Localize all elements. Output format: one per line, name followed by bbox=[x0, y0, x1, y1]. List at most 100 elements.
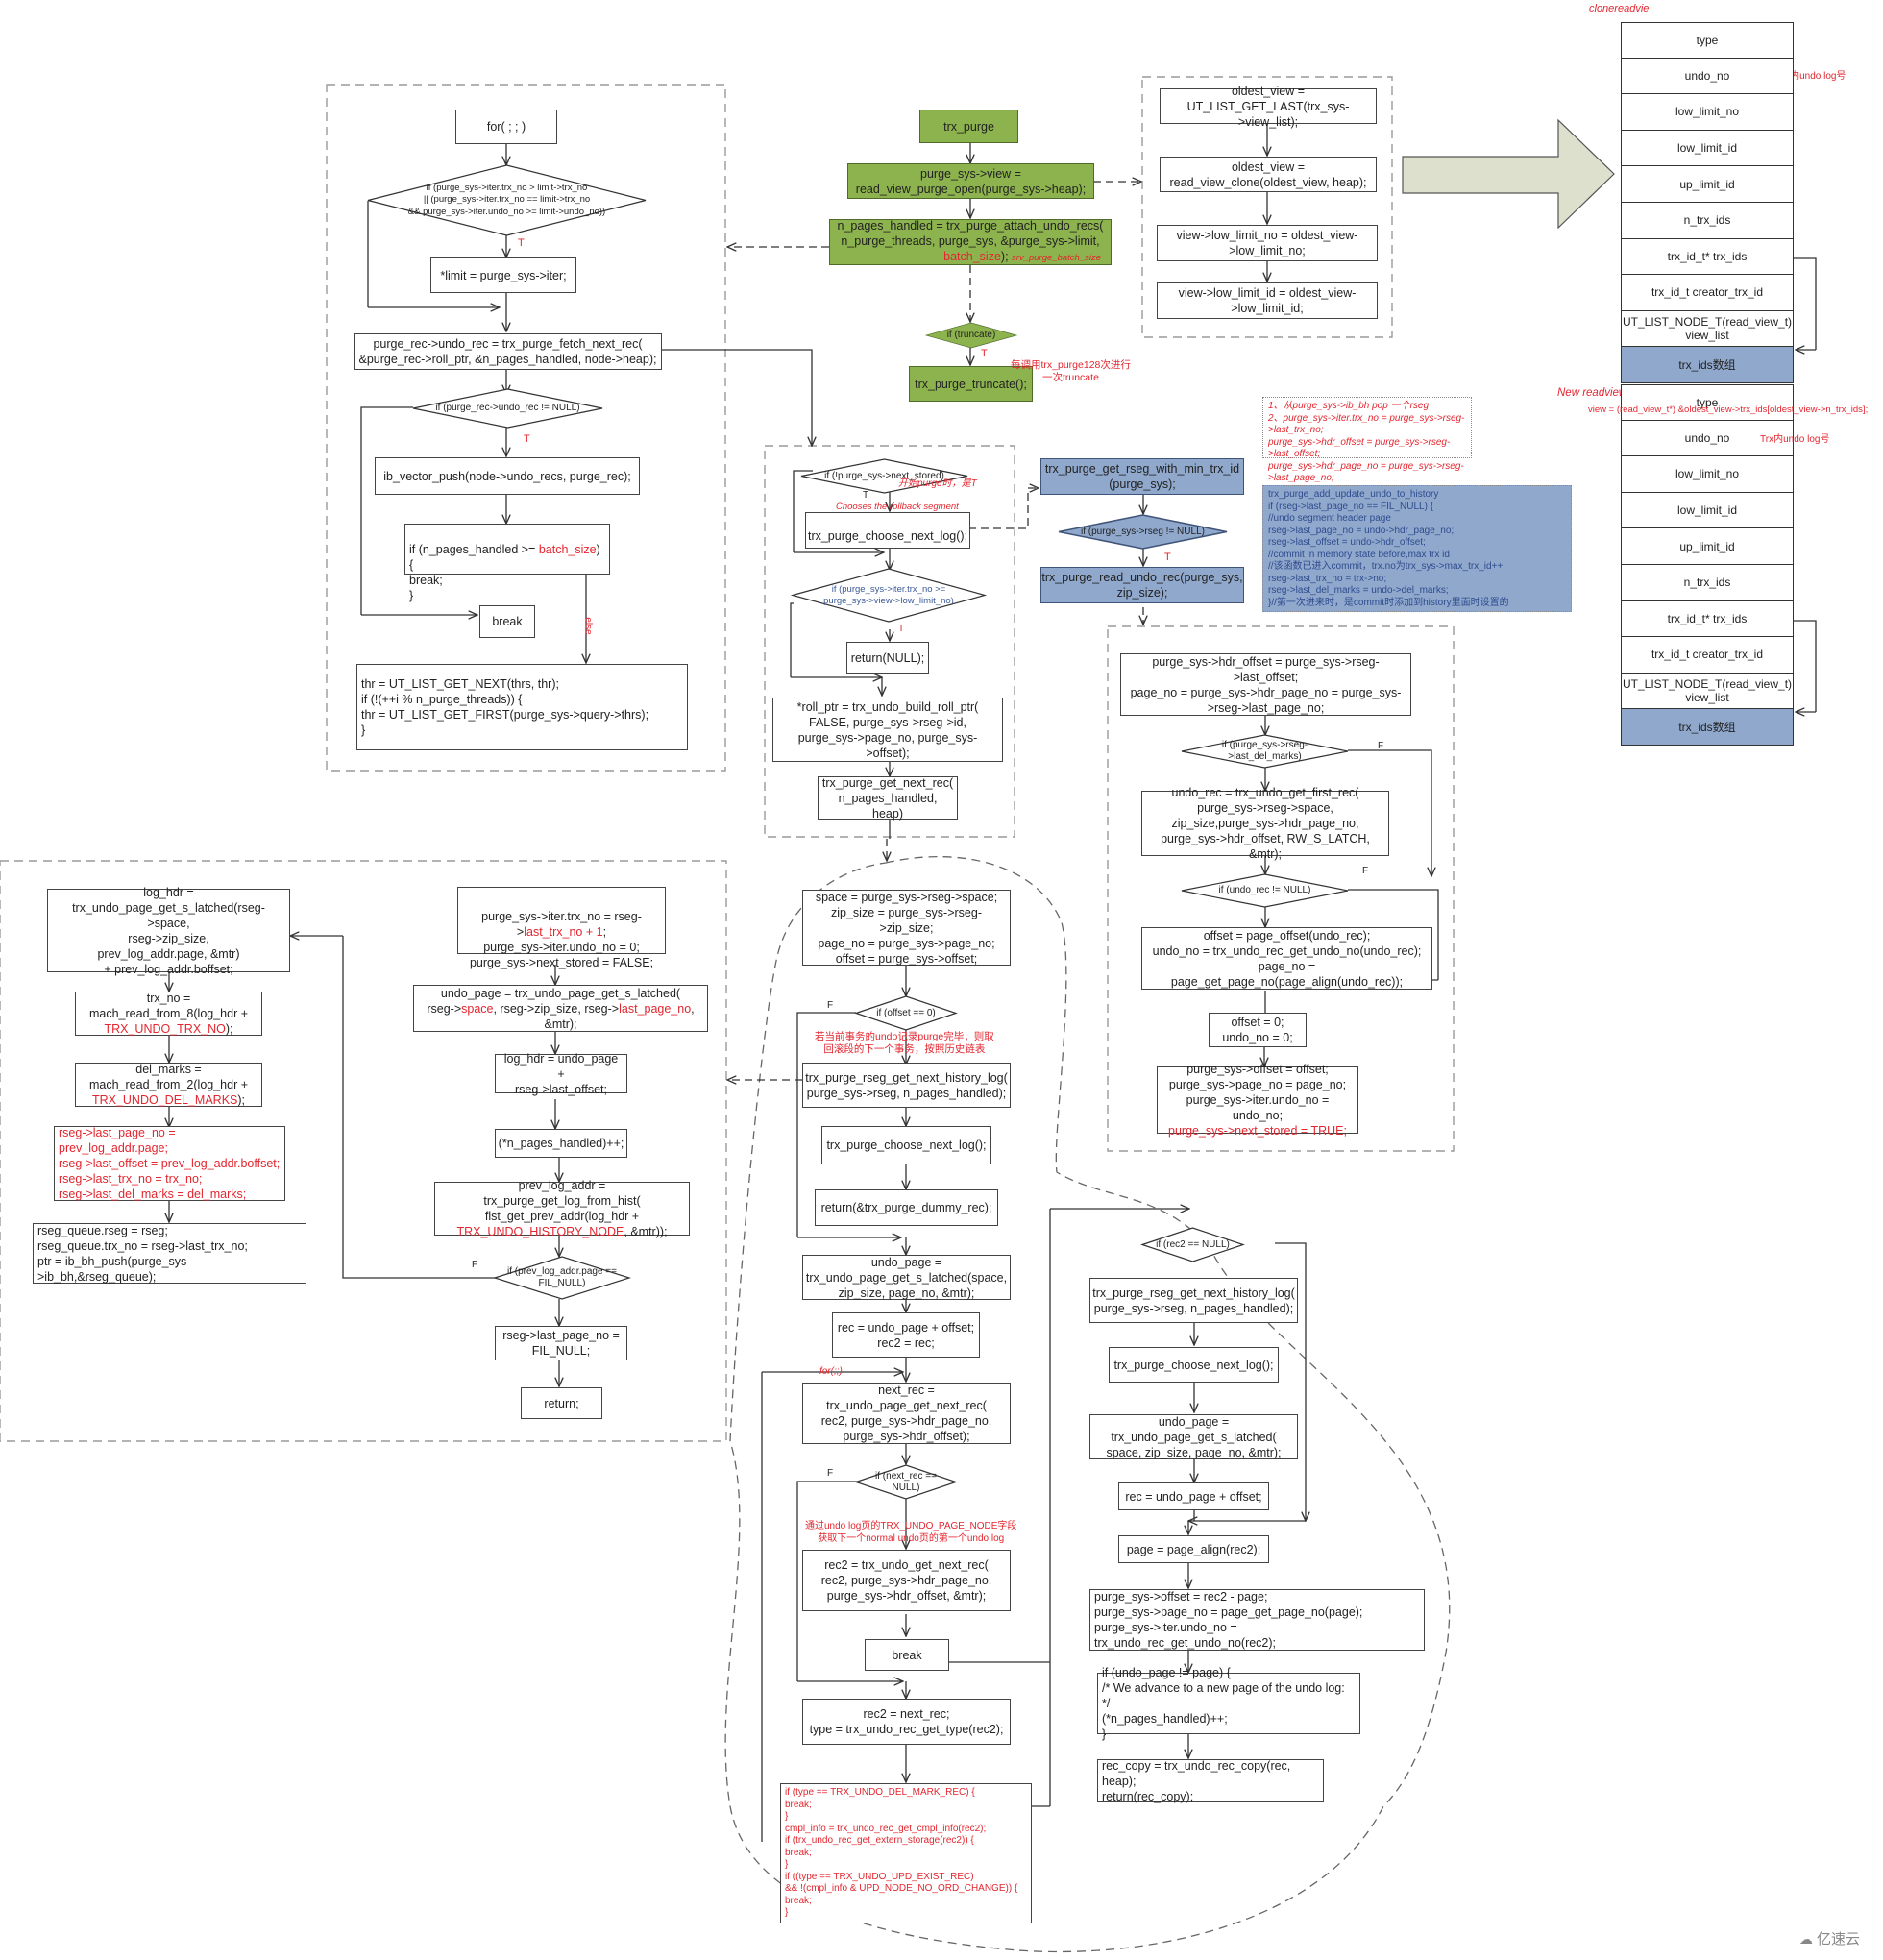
attach-undo-recs-box[interactable]: n_pages_handled = trx_purge_attach_undo_… bbox=[829, 219, 1112, 265]
store-offset-box[interactable]: purge_sys->offset = offset; purge_sys->p… bbox=[1157, 1063, 1358, 1138]
struct-field[interactable]: UT_LIST_NODE_T(read_view_t) view_list bbox=[1621, 673, 1794, 710]
if-batch-box[interactable]: if (n_pages_handled >= batch_size) { bre… bbox=[404, 524, 610, 602]
undo-page-get2-box[interactable]: undo_page = trx_undo_page_get_s_latched(… bbox=[1089, 1414, 1298, 1459]
zero-offset-box[interactable]: offset = 0; undo_no = 0; bbox=[1209, 1013, 1307, 1047]
fetch-next-rec-box[interactable]: purge_rec->undo_rec = trx_purge_fetch_ne… bbox=[354, 333, 662, 370]
log-hdr-box[interactable]: log_hdr = trx_undo_page_get_s_latched(rs… bbox=[47, 886, 290, 976]
undo-no-note-2: Trx内undo log号 bbox=[1760, 434, 1830, 445]
get-next-rec-box[interactable]: trx_purge_get_next_rec( n_pages_handled,… bbox=[818, 776, 958, 821]
if-del-marks-diamond[interactable]: if (purge_sys->rseg- >last_del_marks) bbox=[1182, 735, 1348, 768]
struct-field[interactable]: low_limit_id bbox=[1621, 130, 1794, 167]
store-offsets-box[interactable]: purge_sys->offset = rec2 - page; purge_s… bbox=[1089, 1589, 1425, 1651]
if-limit-diamond[interactable]: if (purge_sys->iter.trx_no > limit->trx_… bbox=[368, 165, 646, 235]
choose-next-log3-box[interactable]: trx_purge_choose_next_log(); bbox=[1109, 1347, 1279, 1383]
next-thr-box[interactable]: thr = UT_LIST_GET_NEXT(thrs, thr); if (!… bbox=[356, 664, 688, 750]
trx-undo-del-marks: TRX_UNDO_DEL_MARKS bbox=[91, 1093, 238, 1107]
for-loop-box[interactable]: for( ; ; ) bbox=[455, 110, 557, 144]
undo-page-get-box[interactable]: undo_page = trx_undo_page_get_s_latched(… bbox=[802, 1255, 1011, 1300]
struct-field[interactable]: up_limit_id bbox=[1621, 166, 1794, 203]
struct-field[interactable]: UT_LIST_NODE_T(read_view_t) view_list bbox=[1621, 310, 1794, 348]
vector-push-box[interactable]: ib_vector_push(node->undo_recs, purge_re… bbox=[375, 457, 640, 495]
oldest-view-get-last-box[interactable]: oldest_view = UT_LIST_GET_LAST(trx_sys->… bbox=[1160, 85, 1377, 129]
type-checks-box[interactable]: if (type == TRX_UNDO_DEL_MARK_REC) { bre… bbox=[780, 1783, 1032, 1923]
struct-field[interactable]: low_limit_no bbox=[1621, 94, 1794, 131]
pages-inc-box[interactable]: (*n_pages_handled)++; bbox=[495, 1129, 627, 1158]
rseg-update-box[interactable]: rseg->last_page_no = prev_log_addr.page;… bbox=[54, 1126, 285, 1201]
return-dummy-box[interactable]: return(&trx_purge_dummy_rec); bbox=[815, 1189, 998, 1226]
break2-box[interactable]: break bbox=[865, 1639, 949, 1671]
rec-copy-box[interactable]: rec_copy = trx_undo_rec_copy(rec, heap);… bbox=[1097, 1759, 1324, 1803]
advance-page-box[interactable]: if (undo_page != page) { /* We advance t… bbox=[1097, 1666, 1360, 1741]
if-undo-rec-notnull-diamond[interactable]: if (undo_rec != NULL) bbox=[1182, 874, 1348, 907]
get-rseg-min-trx-box[interactable]: trx_purge_get_rseg_with_min_trx_id (purg… bbox=[1040, 458, 1244, 495]
low-limit-id-box[interactable]: view->low_limit_id = oldest_view- >low_l… bbox=[1157, 282, 1378, 319]
rseg-pop-note: 1、从purge_sys->ib_bh pop 一个rseg 2、purge_s… bbox=[1262, 397, 1472, 483]
undo-page-line1: undo_page = trx_undo_page_get_s_latched( bbox=[440, 986, 681, 1000]
if-rec2-null-diamond[interactable]: if (rec2 == NULL) bbox=[1142, 1228, 1243, 1262]
prev-log-addr-box[interactable]: prev_log_addr = trx_purge_get_log_from_h… bbox=[434, 1179, 690, 1238]
if-low-limit-diamond[interactable]: if (purge_sys->iter.trx_no >= purge_sys-… bbox=[793, 569, 985, 622]
del-marks-text: del_marks = mach_read_from_2(log_hdr + bbox=[88, 1063, 249, 1091]
struct-field[interactable]: trx_id_t creator_trx_id bbox=[1621, 637, 1794, 674]
if-next-null-diamond[interactable]: if (next_rec == NULL) bbox=[856, 1465, 956, 1499]
struct-field[interactable]: trx_ids数组 bbox=[1621, 347, 1794, 383]
trx-purge-box[interactable]: trx_purge bbox=[919, 110, 1018, 143]
rec-init-box[interactable]: rec = undo_page + offset; rec2 = rec; bbox=[832, 1312, 980, 1358]
if-fil-null-false-label: F bbox=[472, 1260, 478, 1270]
view-open-box[interactable]: purge_sys->view = read_view_purge_open(p… bbox=[847, 163, 1094, 199]
del-marks-box[interactable]: del_marks = mach_read_from_2(log_hdr + T… bbox=[75, 1063, 262, 1107]
choose-next-log2-box[interactable]: trx_purge_choose_next_log(); bbox=[821, 1126, 991, 1164]
set-fil-null-box[interactable]: rseg->last_page_no = FIL_NULL; bbox=[495, 1326, 627, 1360]
if-undo-rec-diamond[interactable]: if (purge_rec->undo_rec != NULL) bbox=[413, 389, 602, 428]
offsets-box[interactable]: offset = page_offset(undo_rec); undo_no … bbox=[1141, 927, 1432, 990]
struct-field[interactable]: trx_id_t creator_trx_id bbox=[1621, 275, 1794, 311]
bh-push-box[interactable]: rseg_queue.rseg = rseg; rseg_queue.trx_n… bbox=[33, 1223, 306, 1284]
get-first-rec-box[interactable]: undo_rec = trx_undo_get_first_rec( purge… bbox=[1141, 786, 1389, 861]
get-next-rec2-box[interactable]: rec2 = trx_undo_get_next_rec( rec2, purg… bbox=[802, 1550, 1011, 1611]
struct-field[interactable]: n_trx_ids bbox=[1621, 202, 1794, 239]
iter-reset-box[interactable]: purge_sys->iter.trx_no = rseg- >last_trx… bbox=[457, 887, 666, 969]
struct-field[interactable]: undo_no bbox=[1621, 58, 1794, 95]
struct-field[interactable]: trx_id_t* trx_ids bbox=[1621, 600, 1794, 638]
struct-field[interactable]: low_limit_id bbox=[1621, 492, 1794, 529]
if-fil-null-diamond[interactable]: if (prev_log_addr.page == FIL_NULL) bbox=[495, 1257, 629, 1299]
for-label: for(;;) bbox=[819, 1366, 843, 1377]
choose-next-log-box[interactable]: trx_purge_choose_next_log(); bbox=[805, 512, 970, 549]
if-low-limit-true-label: T bbox=[898, 624, 905, 634]
if-offset-diamond[interactable]: if (offset == 0) bbox=[856, 996, 956, 1030]
attach-paren: ); bbox=[1000, 250, 1009, 263]
break-box[interactable]: break bbox=[479, 605, 535, 638]
hdr-offset-box[interactable]: purge_sys->hdr_offset = purge_sys->rseg-… bbox=[1120, 653, 1411, 716]
read-undo-rec-box[interactable]: trx_purge_read_undo_rec(purge_sys, zip_s… bbox=[1040, 567, 1244, 603]
next-rec-box[interactable]: next_rec = trx_undo_page_get_next_rec( r… bbox=[802, 1383, 1011, 1444]
clone-readview-title: clonereadvie bbox=[1589, 3, 1650, 14]
return-null-box[interactable]: return(NULL); bbox=[846, 642, 929, 674]
rec-offset-box[interactable]: rec = undo_page + offset; bbox=[1118, 1482, 1269, 1510]
init-vars-box[interactable]: space = purge_sys->rseg->space; zip_size… bbox=[802, 890, 1011, 966]
struct-field[interactable]: type bbox=[1621, 22, 1794, 59]
page-align-box[interactable]: page = page_align(rec2); bbox=[1118, 1535, 1269, 1563]
return-box[interactable]: return; bbox=[521, 1387, 602, 1419]
prev-addr-text: prev_log_addr = trx_purge_get_log_from_h… bbox=[483, 1179, 641, 1223]
if-rseg-diamond[interactable]: if (purge_sys->rseg != NULL) bbox=[1059, 515, 1227, 549]
next-history-log-box[interactable]: trx_purge_rseg_get_next_history_log( pur… bbox=[802, 1063, 1011, 1108]
struct-field[interactable]: trx_ids数组 bbox=[1621, 709, 1794, 746]
struct-field[interactable]: up_limit_id bbox=[1621, 528, 1794, 565]
low-limit-no-box[interactable]: view->low_limit_no = oldest_view- >low_l… bbox=[1157, 225, 1378, 261]
log-hdr2-box[interactable]: log_hdr = undo_page + rseg->last_offset; bbox=[495, 1052, 627, 1096]
undo-page-latched-box[interactable]: undo_page = trx_undo_page_get_s_latched(… bbox=[413, 985, 708, 1032]
struct-field[interactable]: trx_id_t* trx_ids bbox=[1621, 238, 1794, 276]
set-limit-box[interactable]: *limit = purge_sys->iter; bbox=[430, 257, 576, 293]
rec2-next-box[interactable]: rec2 = next_rec; type = trx_undo_rec_get… bbox=[802, 1699, 1011, 1745]
offset-note: 若当前事务的undo记录purge完毕，则取 回滚段的下一个事务，按照历史链表 bbox=[815, 1031, 994, 1055]
if-truncate-diamond[interactable]: if (truncate) bbox=[924, 322, 1018, 349]
struct-field[interactable]: low_limit_no bbox=[1621, 456, 1794, 493]
build-roll-ptr-box[interactable]: *roll_ptr = trx_undo_build_roll_ptr( FAL… bbox=[772, 698, 1003, 762]
next-history-log2-box[interactable]: trx_purge_rseg_get_next_history_log( pur… bbox=[1089, 1278, 1298, 1323]
trx-no-box[interactable]: trx_no = mach_read_from_8(log_hdr + TRX_… bbox=[75, 992, 262, 1036]
big-arrow-shape bbox=[1402, 118, 1615, 230]
if-rseg-true-label: T bbox=[1164, 551, 1171, 563]
next-stored-true-text: purge_sys->next_stored = TRUE; bbox=[1168, 1124, 1347, 1138]
oldest-view-clone-box[interactable]: oldest_view = read_view_clone(oldest_vie… bbox=[1160, 157, 1377, 192]
struct-field[interactable]: n_trx_ids bbox=[1621, 564, 1794, 601]
